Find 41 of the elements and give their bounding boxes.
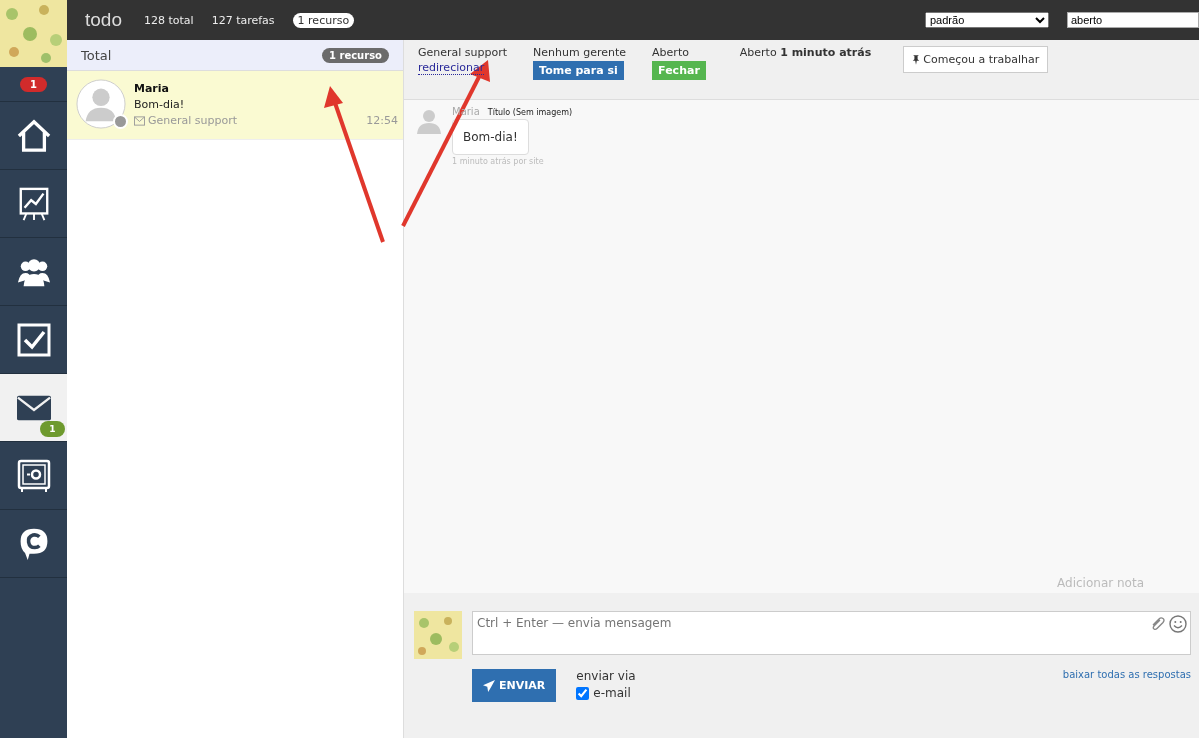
channel-label: General support: [148, 114, 238, 127]
message-title: Título (Sem imagem): [487, 108, 573, 117]
count-label: 128 total: [144, 13, 194, 27]
send-button[interactable]: ENVIAR: [472, 669, 557, 702]
checkbox-icon: [16, 322, 51, 357]
list-title: Total: [81, 47, 113, 63]
contact-name: Maria: [134, 82, 170, 95]
count-badge: 1: [40, 420, 65, 437]
message-preview: Bom-dia!: [134, 98, 186, 111]
avatar-silhouette: [76, 79, 126, 129]
pattern-avatar: [414, 611, 462, 659]
download-replies-link[interactable]: baixar todas as respostas: [1062, 669, 1191, 680]
sidebar-item[interactable]: 1: [0, 374, 67, 442]
send-via-label: enviar via: [576, 669, 636, 683]
time-label: 12:54: [366, 114, 398, 127]
home-icon: [16, 118, 51, 153]
paper-plane-icon: [483, 679, 495, 692]
start-work-button[interactable]: Começou a trabalhar: [903, 46, 1049, 73]
app-title: todo: [85, 9, 122, 31]
safe-icon: [16, 458, 51, 493]
pattern-logo: [0, 0, 67, 67]
pin-icon: [912, 54, 921, 65]
count-label: 127 tarefas: [211, 13, 275, 27]
emoji-icon[interactable]: [1169, 615, 1187, 633]
notification-badge: 1: [20, 76, 47, 92]
manager-label: Nenhum gerente: [533, 46, 627, 59]
take-button[interactable]: Tome para si: [533, 61, 624, 80]
envelope-icon: [134, 115, 145, 126]
resource-count-badge: 1 recurso: [292, 12, 355, 28]
message-bubble: Bom-dia!: [452, 119, 529, 155]
channel-checkbox[interactable]: [576, 686, 590, 700]
avatar-silhouette: [416, 108, 442, 134]
status-field[interactable]: aberto: [1067, 12, 1199, 28]
filter-dropdown[interactable]: padrão: [925, 12, 1049, 28]
conversation-item[interactable]: Maria Bom-dia! General support 12:54: [67, 71, 403, 140]
checkbox-label: e-mail: [593, 686, 631, 700]
status-label: Aberto: [652, 46, 689, 59]
opened-time: Aberto 1 minuto atrás: [739, 46, 872, 59]
message-input[interactable]: Ctrl + Enter — envia mensagem: [472, 611, 1191, 655]
group-label: General support: [418, 46, 508, 59]
resource-count-badge: 1 recurso: [322, 47, 389, 63]
